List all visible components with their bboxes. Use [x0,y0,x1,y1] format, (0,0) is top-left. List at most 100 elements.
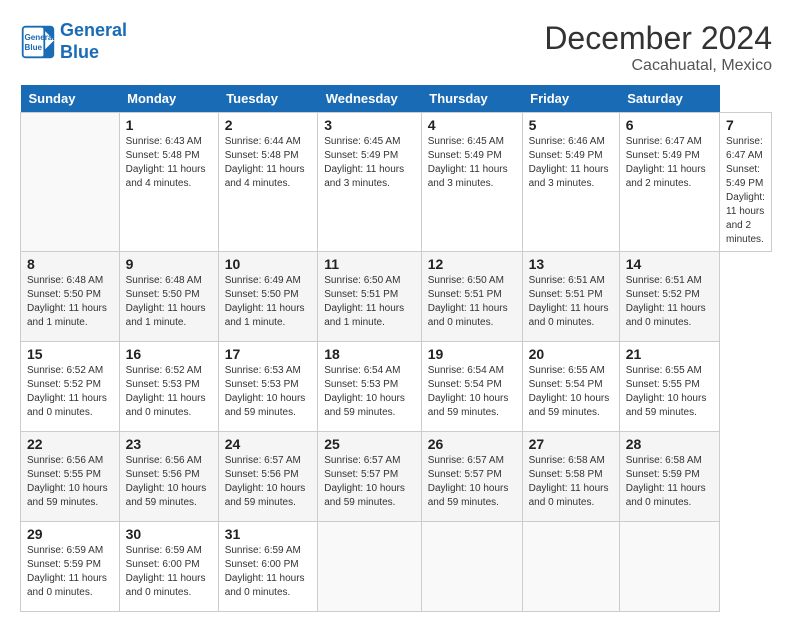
day-number: 22 [27,436,113,452]
day-info: Sunrise: 6:49 AMSunset: 5:50 PMDaylight:… [225,274,312,330]
calendar-cell [421,522,522,612]
day-info: Sunrise: 6:51 AMSunset: 5:51 PMDaylight:… [529,274,613,330]
calendar-cell: 31 Sunrise: 6:59 AMSunset: 6:00 PMDayligh… [218,522,318,612]
calendar-cell: 13Sunrise: 6:51 AMSunset: 5:51 PMDayligh… [522,252,619,342]
calendar-table: SundayMondayTuesdayWednesdayThursdayFrid… [20,85,772,612]
day-number: 30 [126,526,212,542]
day-number: 19 [428,346,516,362]
calendar-week-row: 22Sunrise: 6:56 AMSunset: 5:55 PMDayligh… [21,432,772,522]
day-number: 4 [428,117,516,133]
day-info: Sunrise: 6:59 AMSunset: 5:59 PMDaylight:… [27,544,113,600]
calendar-cell [21,113,120,252]
day-info: Sunrise: 6:59 AMSunset: 6:00 PMDaylight:… [225,544,312,600]
header-day-sunday: Sunday [21,85,120,113]
calendar-cell: 23 Sunrise: 6:56 AMSunset: 5:56 PMDayligh… [119,432,218,522]
svg-text:Blue: Blue [25,43,43,52]
calendar-cell: 22Sunrise: 6:56 AMSunset: 5:55 PMDayligh… [21,432,120,522]
calendar-cell: 11 Sunrise: 6:50 AMSunset: 5:51 PMDayligh… [318,252,422,342]
day-info: Sunrise: 6:51 AMSunset: 5:52 PMDaylight:… [626,274,713,330]
day-number: 6 [626,117,713,133]
calendar-cell: 9Sunrise: 6:48 AMSunset: 5:50 PMDaylight… [119,252,218,342]
day-number: 29 [27,526,113,542]
day-number: 31 [225,526,312,542]
day-info: Sunrise: 6:43 AMSunset: 5:48 PMDaylight:… [126,135,212,191]
title-area: December 2024 Cacahuatal, Mexico [544,20,772,75]
day-info: Sunrise: 6:56 AMSunset: 5:56 PMDaylight:… [126,454,212,510]
day-info: Sunrise: 6:52 AMSunset: 5:52 PMDaylight:… [27,364,113,420]
day-info: Sunrise: 6:46 AMSunset: 5:49 PMDaylight:… [529,135,613,191]
day-number: 11 [324,256,415,272]
calendar-week-row: 8 Sunrise: 6:48 AMSunset: 5:50 PMDaylight… [21,252,772,342]
calendar-cell: 28 Sunrise: 6:58 AMSunset: 5:59 PMDayligh… [619,432,719,522]
calendar-cell: 17 Sunrise: 6:53 AMSunset: 5:53 PMDayligh… [218,342,318,432]
calendar-cell: 10Sunrise: 6:49 AMSunset: 5:50 PMDayligh… [218,252,318,342]
calendar-cell: 7 Sunrise: 6:47 AMSunset: 5:49 PMDaylight… [720,113,772,252]
day-info: Sunrise: 6:57 AMSunset: 5:56 PMDaylight:… [225,454,312,510]
day-number: 8 [27,256,113,272]
calendar-cell: 14 Sunrise: 6:51 AMSunset: 5:52 PMDayligh… [619,252,719,342]
day-number: 27 [529,436,613,452]
logo-blue: Blue [60,42,99,62]
calendar-cell: 12Sunrise: 6:50 AMSunset: 5:51 PMDayligh… [421,252,522,342]
day-number: 15 [27,346,113,362]
day-number: 21 [626,346,713,362]
calendar-cell: 8 Sunrise: 6:48 AMSunset: 5:50 PMDaylight… [21,252,120,342]
day-number: 7 [726,117,765,133]
calendar-cell [619,522,719,612]
calendar-cell: 2Sunrise: 6:44 AMSunset: 5:48 PMDaylight… [218,113,318,252]
calendar-cell: 6 Sunrise: 6:47 AMSunset: 5:49 PMDaylight… [619,113,719,252]
header-day-tuesday: Tuesday [218,85,318,113]
calendar-cell: 27 Sunrise: 6:58 AMSunset: 5:58 PMDayligh… [522,432,619,522]
day-info: Sunrise: 6:47 AMSunset: 5:49 PMDaylight:… [626,135,713,191]
calendar-cell: 25 Sunrise: 6:57 AMSunset: 5:57 PMDayligh… [318,432,422,522]
logo-icon: General Blue [20,24,56,60]
day-info: Sunrise: 6:45 AMSunset: 5:49 PMDaylight:… [324,135,415,191]
day-number: 23 [126,436,212,452]
day-info: Sunrise: 6:58 AMSunset: 5:58 PMDaylight:… [529,454,613,510]
day-info: Sunrise: 6:57 AMSunset: 5:57 PMDaylight:… [324,454,415,510]
day-number: 3 [324,117,415,133]
calendar-cell: 20 Sunrise: 6:55 AMSunset: 5:54 PMDayligh… [522,342,619,432]
header-day-friday: Friday [522,85,619,113]
day-info: Sunrise: 6:48 AMSunset: 5:50 PMDaylight:… [27,274,113,330]
day-info: Sunrise: 6:52 AMSunset: 5:53 PMDaylight:… [126,364,212,420]
day-info: Sunrise: 6:50 AMSunset: 5:51 PMDaylight:… [324,274,415,330]
day-number: 17 [225,346,312,362]
calendar-cell: 1 Sunrise: 6:43 AMSunset: 5:48 PMDaylight… [119,113,218,252]
calendar-week-row: 29 Sunrise: 6:59 AMSunset: 5:59 PMDayligh… [21,522,772,612]
calendar-week-row: 15 Sunrise: 6:52 AMSunset: 5:52 PMDayligh… [21,342,772,432]
calendar-week-row: 1 Sunrise: 6:43 AMSunset: 5:48 PMDaylight… [21,113,772,252]
day-number: 18 [324,346,415,362]
day-info: Sunrise: 6:57 AMSunset: 5:57 PMDaylight:… [428,454,516,510]
calendar-cell: 16 Sunrise: 6:52 AMSunset: 5:53 PMDayligh… [119,342,218,432]
day-number: 9 [126,256,212,272]
day-info: Sunrise: 6:55 AMSunset: 5:55 PMDaylight:… [626,364,713,420]
logo: General Blue General Blue [20,20,127,63]
header: General Blue General Blue December 2024 … [20,20,772,75]
day-number: 20 [529,346,613,362]
day-info: Sunrise: 6:47 AMSunset: 5:49 PMDaylight:… [726,135,765,247]
logo-general: General [60,20,127,40]
day-number: 28 [626,436,713,452]
calendar-cell: 30Sunrise: 6:59 AMSunset: 6:00 PMDayligh… [119,522,218,612]
header-day-thursday: Thursday [421,85,522,113]
calendar-cell: 21 Sunrise: 6:55 AMSunset: 5:55 PMDayligh… [619,342,719,432]
calendar-cell: 15 Sunrise: 6:52 AMSunset: 5:52 PMDayligh… [21,342,120,432]
calendar-header-row: SundayMondayTuesdayWednesdayThursdayFrid… [21,85,772,113]
calendar-cell: 24Sunrise: 6:57 AMSunset: 5:56 PMDayligh… [218,432,318,522]
location-title: Cacahuatal, Mexico [544,57,772,75]
day-number: 2 [225,117,312,133]
calendar-cell: 3 Sunrise: 6:45 AMSunset: 5:49 PMDaylight… [318,113,422,252]
day-number: 14 [626,256,713,272]
day-info: Sunrise: 6:53 AMSunset: 5:53 PMDaylight:… [225,364,312,420]
day-info: Sunrise: 6:50 AMSunset: 5:51 PMDaylight:… [428,274,516,330]
day-info: Sunrise: 6:55 AMSunset: 5:54 PMDaylight:… [529,364,613,420]
day-info: Sunrise: 6:58 AMSunset: 5:59 PMDaylight:… [626,454,713,510]
day-number: 16 [126,346,212,362]
calendar-cell: 19Sunrise: 6:54 AMSunset: 5:54 PMDayligh… [421,342,522,432]
day-number: 26 [428,436,516,452]
day-number: 1 [126,117,212,133]
calendar-cell: 5Sunrise: 6:46 AMSunset: 5:49 PMDaylight… [522,113,619,252]
day-number: 25 [324,436,415,452]
day-info: Sunrise: 6:45 AMSunset: 5:49 PMDaylight:… [428,135,516,191]
